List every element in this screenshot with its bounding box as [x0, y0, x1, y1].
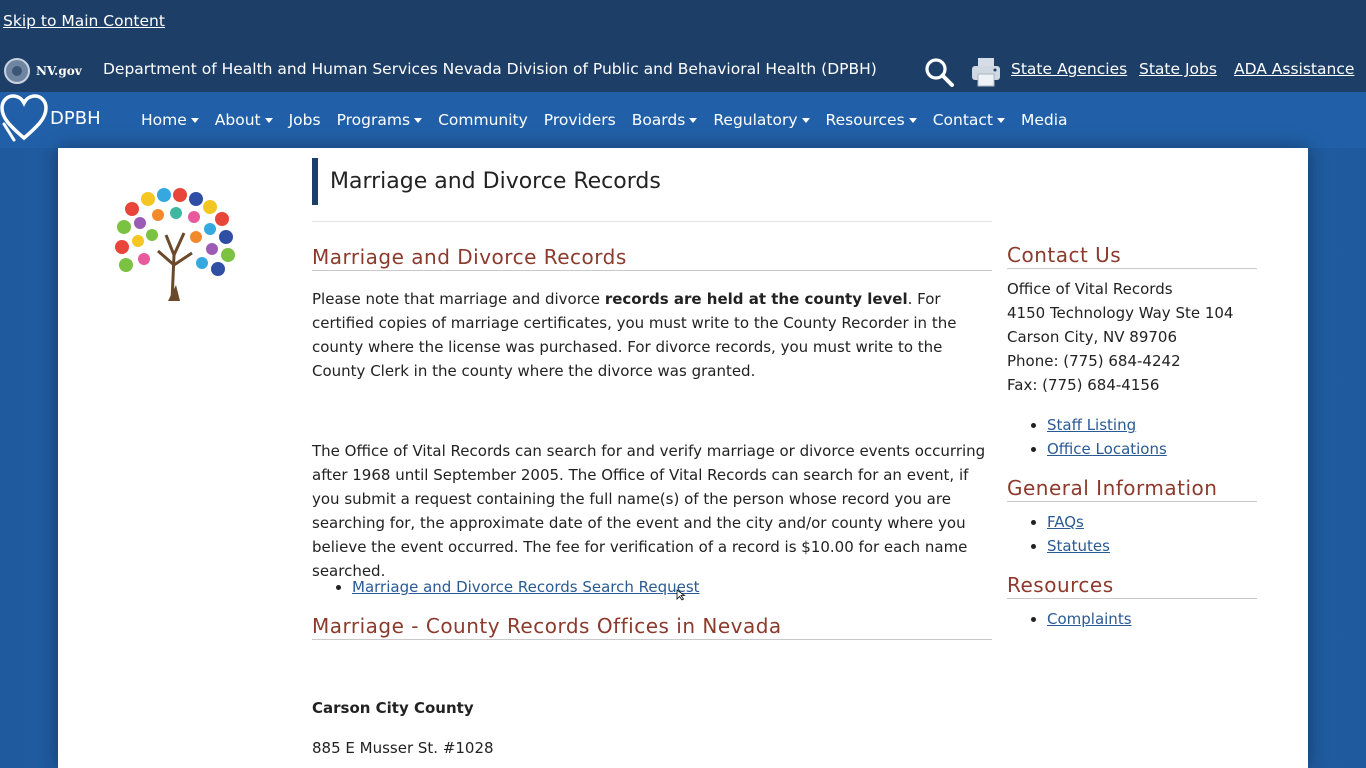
nav-boards[interactable]: Boards	[632, 111, 698, 129]
nav-home[interactable]: Home	[141, 111, 199, 129]
county-name: Carson City County	[312, 699, 474, 717]
contact-links-list: Staff Listing Office Locations	[1007, 413, 1167, 461]
nav-programs[interactable]: Programs	[336, 111, 423, 129]
nav-label: About	[214, 111, 261, 129]
nav-label: Regulatory	[713, 111, 798, 129]
para-text: Please note that marriage and divorce	[312, 290, 605, 308]
nav-label: Home	[141, 111, 187, 129]
state-agencies-link[interactable]: State Agencies	[1011, 60, 1127, 78]
caret-down-icon	[801, 117, 810, 123]
county-address: 885 E Musser St. #1028	[312, 739, 494, 757]
page-title-block: Marriage and Divorce Records	[312, 158, 661, 205]
contact-fax: Fax: (775) 684-4156	[1007, 376, 1160, 394]
caret-down-icon	[190, 117, 199, 123]
nav-label: Resources	[825, 111, 905, 129]
nevada-seal-icon	[4, 58, 30, 84]
para-bold-text: records are held at the county level	[604, 290, 908, 308]
nvgov-label: NV.gov	[36, 64, 82, 78]
contact-street: 4150 Technology Way Ste 104	[1007, 304, 1234, 322]
dpbh-logo-text: DPBH	[50, 108, 101, 129]
ada-assistance-link[interactable]: ADA Assistance	[1234, 60, 1354, 78]
nav-jobs[interactable]: Jobs	[289, 111, 321, 129]
list-item: Statutes	[1047, 534, 1110, 558]
county-level-paragraph: Please note that marriage and divorce re…	[312, 287, 992, 383]
nav-contact[interactable]: Contact	[933, 111, 1005, 129]
office-locations-link[interactable]: Office Locations	[1047, 440, 1167, 458]
hands-tree-logo	[110, 185, 240, 303]
department-title: Department of Health and Human Services …	[103, 60, 877, 78]
nav-label: Media	[1021, 111, 1068, 129]
nav-community[interactable]: Community	[438, 111, 528, 129]
caret-down-icon	[414, 117, 423, 123]
contact-phone: Phone: (775) 684-4242	[1007, 352, 1181, 370]
page-title: Marriage and Divorce Records	[330, 169, 661, 194]
nav-label: Contact	[932, 111, 993, 129]
caret-down-icon	[689, 117, 698, 123]
list-item: Marriage and Divorce Records Search Requ…	[352, 575, 700, 599]
nav-resources[interactable]: Resources	[826, 111, 917, 129]
nav-about[interactable]: About	[215, 111, 273, 129]
state-jobs-link[interactable]: State Jobs	[1139, 60, 1217, 78]
nav-providers[interactable]: Providers	[544, 111, 616, 129]
nav-label: Providers	[543, 111, 616, 129]
search-request-list: Marriage and Divorce Records Search Requ…	[312, 575, 700, 599]
caret-down-icon	[997, 117, 1005, 123]
general-links-list: FAQs Statutes	[1007, 510, 1110, 558]
dpbh-logo[interactable]: DPBH	[0, 94, 101, 144]
staff-listing-link[interactable]: Staff Listing	[1047, 416, 1136, 434]
search-icon[interactable]	[922, 56, 956, 88]
complaints-link[interactable]: Complaints	[1047, 610, 1132, 628]
nav-label: Programs	[336, 111, 411, 129]
nav-media[interactable]: Media	[1021, 111, 1068, 129]
search-request-link[interactable]: Marriage and Divorce Records Search Requ…	[352, 578, 700, 596]
resources-heading: Resources	[1007, 573, 1257, 599]
list-item: Staff Listing	[1047, 413, 1167, 437]
contact-office: Office of Vital Records	[1007, 280, 1173, 298]
verification-paragraph: The Office of Vital Records can search f…	[312, 442, 986, 580]
contact-city: Carson City, NV 89706	[1007, 328, 1178, 346]
main-nav: Home About Jobs Programs Community Provi…	[141, 92, 1084, 148]
section-heading-county-offices: Marriage - County Records Offices in Nev…	[312, 614, 992, 640]
nvgov-logo[interactable]: NV.gov	[4, 57, 82, 85]
nav-label: Boards	[631, 111, 686, 129]
title-divider	[312, 221, 992, 222]
nav-label: Community	[438, 111, 528, 129]
faqs-link[interactable]: FAQs	[1047, 513, 1084, 531]
contact-heading: Contact Us	[1007, 243, 1257, 269]
statutes-link[interactable]: Statutes	[1047, 537, 1110, 555]
top-bar	[0, 0, 1366, 92]
caret-down-icon	[264, 117, 273, 123]
heart-logo-icon	[0, 94, 48, 142]
list-item: Complaints	[1047, 607, 1132, 631]
caret-down-icon	[908, 117, 917, 123]
mouse-cursor-icon	[676, 586, 686, 601]
list-item: FAQs	[1047, 510, 1110, 534]
section-heading-records: Marriage and Divorce Records	[312, 245, 992, 271]
nav-regulatory[interactable]: Regulatory	[713, 111, 810, 129]
general-info-heading: General Information	[1007, 476, 1257, 502]
resources-links-list: Complaints	[1007, 607, 1132, 631]
nav-label: Jobs	[288, 111, 321, 129]
list-item: Office Locations	[1047, 437, 1167, 461]
skip-to-main-link[interactable]: Skip to Main Content	[3, 12, 165, 30]
printer-icon[interactable]	[970, 56, 1002, 88]
